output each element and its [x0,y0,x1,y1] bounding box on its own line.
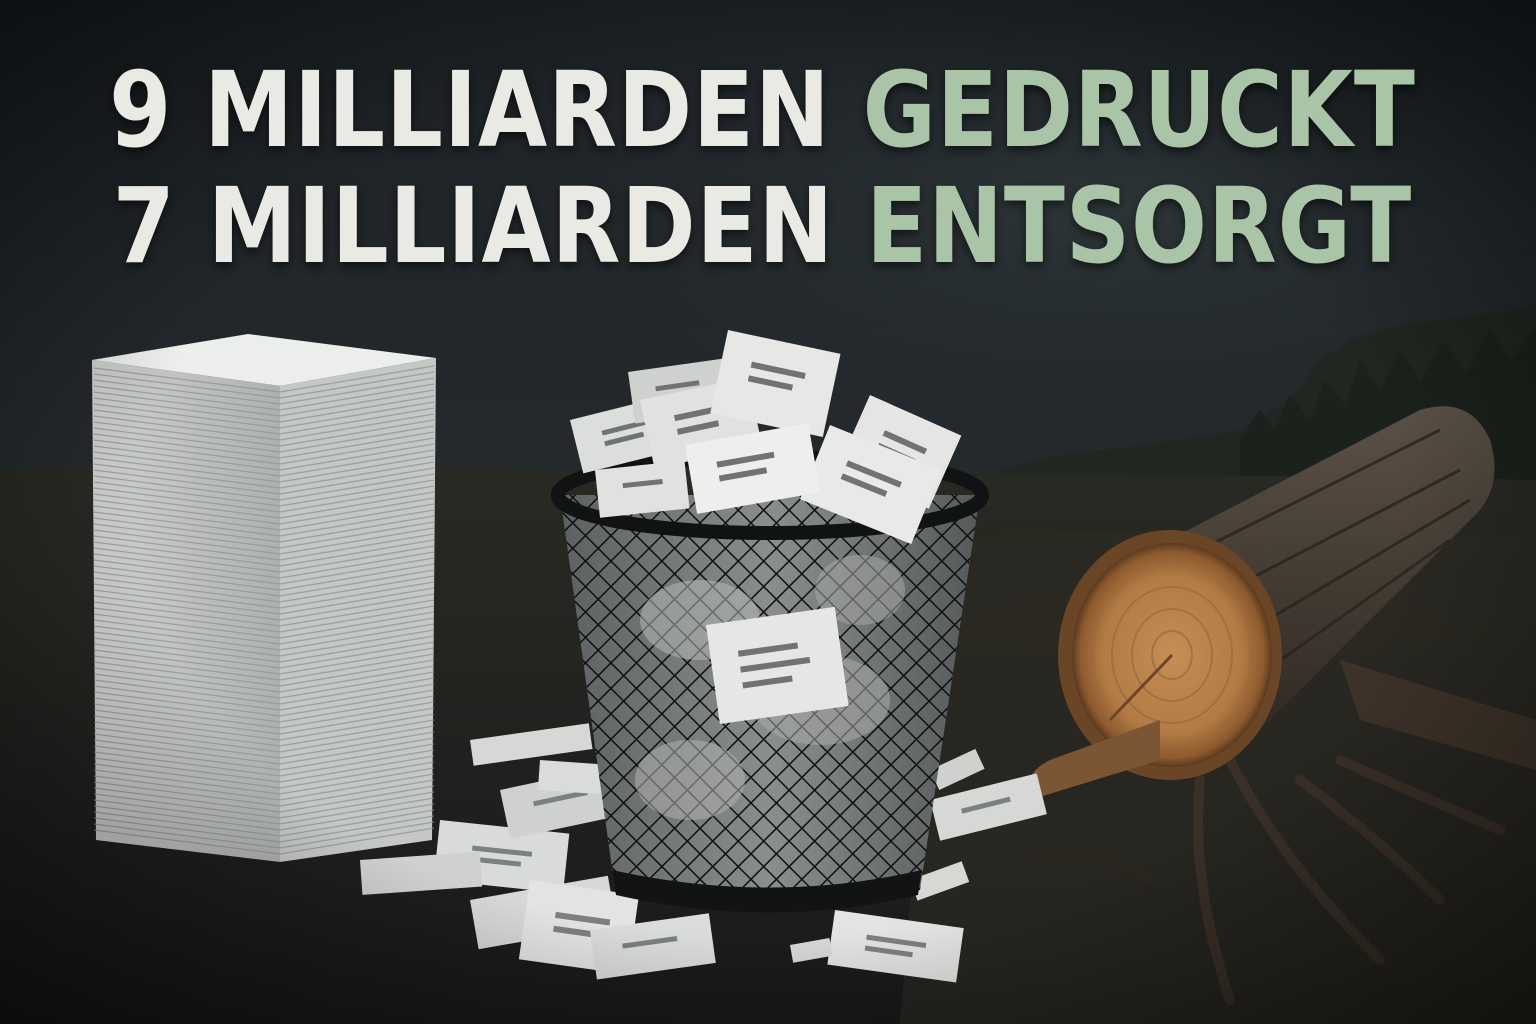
disposed-label: ENTSORGT [866,165,1413,287]
printed-label: GEDRUCKT [862,49,1416,171]
scene: 9 MILLIARDEN GEDRUCKT 7 MILLIARDEN ENTSO… [0,0,1536,1024]
headline: 9 MILLIARDEN GEDRUCKT 7 MILLIARDEN ENTSO… [102,52,1423,284]
headline-line-1: 9 MILLIARDEN GEDRUCKT [102,52,1423,168]
headline-line-2: 7 MILLIARDEN ENTSORGT [102,168,1423,284]
disposed-count: 7 MILLIARDEN [112,165,835,287]
printed-count: 9 MILLIARDEN [109,49,831,171]
